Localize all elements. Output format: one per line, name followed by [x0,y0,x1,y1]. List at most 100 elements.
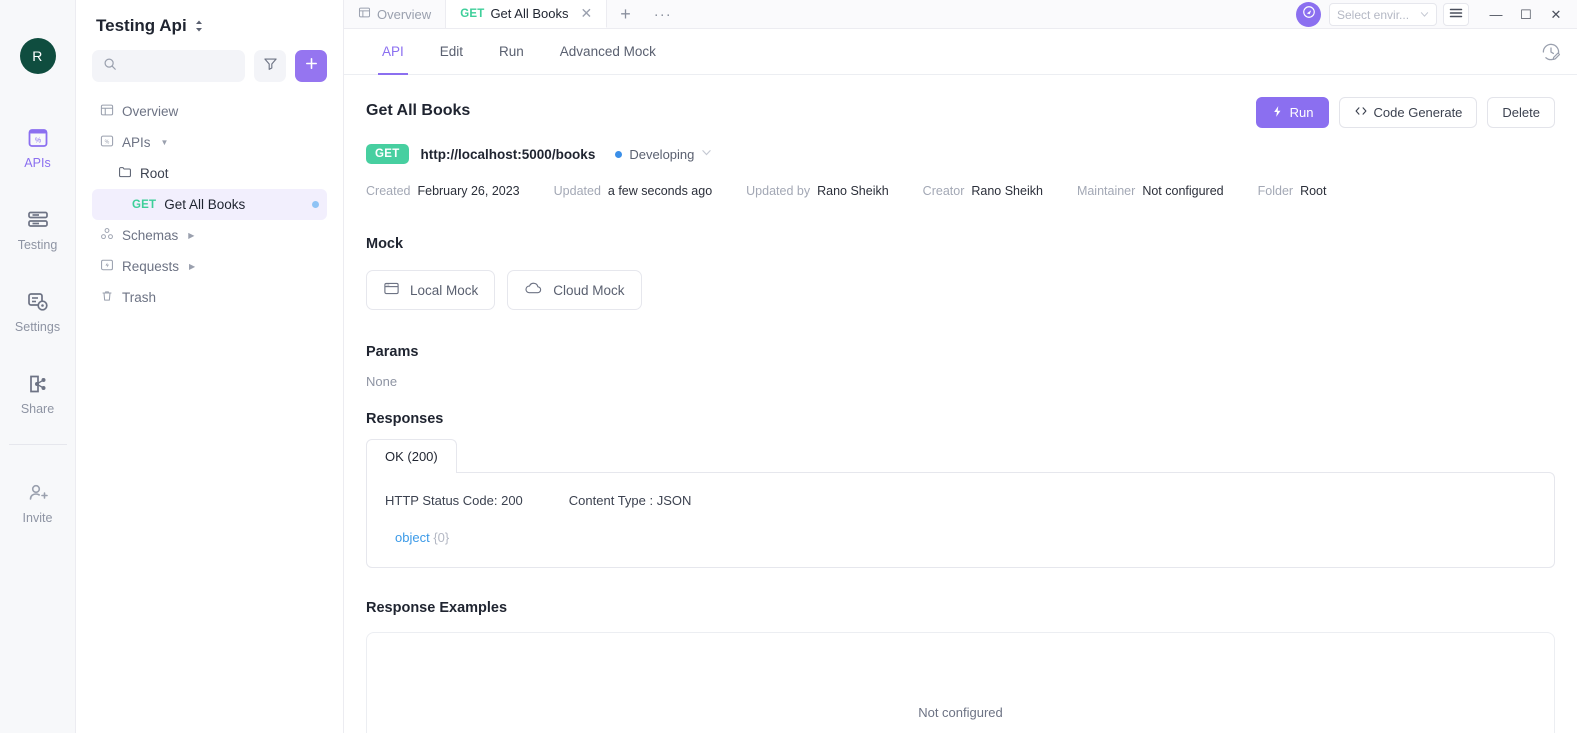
response-examples-heading: Response Examples [366,600,1555,616]
meta-value: Root [1300,184,1326,198]
subtab-label: Edit [440,44,463,59]
tab-edit[interactable]: Edit [422,29,481,75]
environment-badge[interactable] [1296,2,1321,27]
rail-divider [9,444,67,445]
response-examples-empty-text: Not configured [918,705,1003,720]
environment-select-value: Select envir... [1337,8,1409,22]
history-edit-icon[interactable] [1541,42,1561,67]
chevron-down-icon[interactable]: ▼ [161,138,169,147]
tab-method-tag: GET [460,8,484,20]
sidebar-item-trash[interactable]: Trash [92,282,327,313]
window-minimize-button[interactable]: — [1481,7,1511,22]
status-label: Developing [629,147,694,162]
run-button[interactable]: Run [1256,97,1329,128]
filter-icon [263,56,278,76]
project-switcher[interactable]: Testing Api [92,0,327,50]
params-heading: Params [366,344,1555,360]
sidebar-item-requests[interactable]: Requests ▶ [92,251,327,282]
tab-overview[interactable]: Overview [344,0,446,28]
search-icon [103,57,117,76]
meta-value: Rano Sheikh [817,184,889,198]
meta-updated: Updated a few seconds ago [554,184,713,198]
sidebar-item-label: Overview [122,104,178,119]
requests-icon [100,258,114,275]
add-button[interactable] [295,50,327,82]
sidebar-request-get-all-books[interactable]: GET Get All Books [92,189,327,220]
subtab-label: API [382,44,404,59]
window-close-button[interactable]: ✕ [1541,7,1571,23]
status-dropdown[interactable]: Developing [615,147,712,162]
invite-icon [26,481,50,505]
filter-button[interactable] [254,50,286,82]
meta-updated-by: Updated by Rano Sheikh [746,184,889,198]
api-url-row: GET http://localhost:5000/books Developi… [366,144,1555,164]
meta-value: Not configured [1142,184,1223,198]
avatar[interactable]: R [20,38,56,74]
rail-item-apis[interactable]: % APIs [0,116,75,184]
rail-item-label: APIs [24,156,50,170]
meta-maintainer: Maintainer Not configured [1077,184,1224,198]
tab-run[interactable]: Run [481,29,542,75]
meta-key: Maintainer [1077,184,1135,198]
trash-icon [100,289,114,306]
api-action-buttons: Run Code Generate Delete [1256,97,1555,128]
chevron-right-icon[interactable]: ▶ [189,262,195,271]
bolt-icon [1271,105,1284,121]
environment-icon [1302,5,1316,24]
sidebar-folder-root[interactable]: Root [92,158,327,189]
delete-button[interactable]: Delete [1487,97,1555,128]
method-badge: GET [366,144,409,164]
response-schema-root[interactable]: object {0} [385,530,1536,545]
project-sidebar: Testing Api [76,0,344,733]
new-tab-button[interactable]: + [607,0,644,28]
rail-item-label: Settings [15,320,60,334]
sidebar-toolbar [92,50,327,82]
local-mock-label: Local Mock [410,283,478,298]
tab-get-all-books[interactable]: GET Get All Books ✕ [446,0,607,28]
rail-item-share[interactable]: Share [0,362,75,430]
sidebar-item-label: Trash [122,290,156,305]
window-maximize-button[interactable]: ☐ [1511,7,1541,23]
params-value: None [366,374,1555,389]
sidebar-item-label: Root [140,166,169,181]
sidebar-item-schemas[interactable]: Schemas ▶ [92,220,327,251]
status-dot-icon [615,151,622,158]
response-tab-ok-200[interactable]: OK (200) [366,439,457,473]
hamburger-icon [1449,6,1463,24]
main-menu-button[interactable] [1443,3,1469,26]
left-icon-rail: R % APIs [0,0,76,733]
code-icon [1354,104,1368,121]
tab-label: Overview [377,7,431,22]
search-box[interactable] [92,50,245,82]
cloud-icon [524,280,543,300]
subtab-label: Run [499,44,524,59]
window-tab-strip: Overview GET Get All Books ✕ + ··· [344,0,1577,29]
sidebar-item-label: APIs [122,135,151,150]
svg-text:%: % [34,138,40,145]
sidebar-item-label: Get All Books [164,197,245,212]
rail-item-testing[interactable]: Testing [0,198,75,266]
tab-api[interactable]: API [364,29,422,75]
responses-section: Responses OK (200) HTTP Status Code: 200… [366,411,1555,568]
meta-key: Folder [1258,184,1293,198]
tab-more-button[interactable]: ··· [644,0,682,28]
close-icon[interactable]: ✕ [580,5,592,22]
environment-select[interactable]: Select envir... [1329,3,1437,26]
meta-value: a few seconds ago [608,184,712,198]
cloud-mock-button[interactable]: Cloud Mock [507,270,641,310]
local-mock-button[interactable]: Local Mock [366,270,495,310]
tab-label: Get All Books [490,6,568,21]
unsaved-indicator-dot [312,201,319,208]
cloud-mock-label: Cloud Mock [553,283,624,298]
chevron-right-icon[interactable]: ▶ [188,231,194,240]
overview-icon [358,6,371,22]
code-generate-button[interactable]: Code Generate [1339,97,1478,128]
search-input[interactable] [124,59,234,74]
rail-item-list: % APIs Testing [0,116,75,553]
tab-advanced-mock[interactable]: Advanced Mock [542,29,674,75]
api-subtab-bar: API Edit Run Advanced Mock [344,29,1577,75]
sidebar-item-apis[interactable]: % APIs ▼ [92,127,327,158]
rail-item-settings[interactable]: Settings [0,280,75,348]
sidebar-item-overview[interactable]: Overview [92,96,327,127]
rail-item-invite[interactable]: Invite [0,471,75,539]
